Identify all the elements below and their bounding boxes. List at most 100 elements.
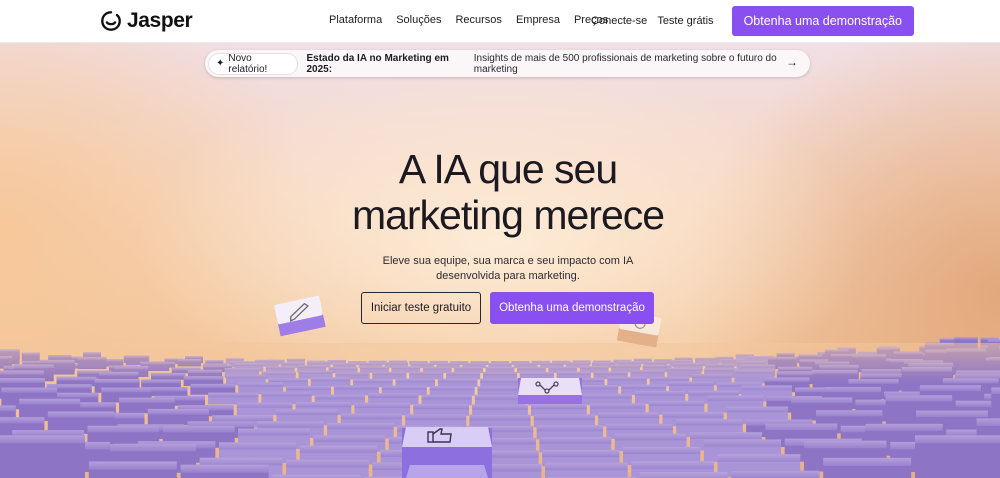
floor-tile-top (707, 395, 764, 401)
floor-tile-top (825, 387, 881, 393)
floor-tile-top (533, 414, 595, 421)
floor-tile-top (190, 383, 236, 389)
floor-tile-top (429, 386, 475, 391)
floor-tile-top (803, 440, 887, 449)
floor-tile-top (477, 386, 523, 391)
floating-card-share (518, 378, 582, 404)
floor-tile-top (634, 391, 686, 396)
floor-tile-top (631, 461, 714, 469)
floor-tile-top (238, 382, 284, 387)
hero-section: ✦ Novo relatório! Estado da IA no Market… (0, 43, 1000, 478)
floor-tile-top (623, 446, 701, 455)
floor-tile-top (581, 393, 632, 399)
floor-tile-top (717, 454, 801, 462)
floor-tile-top (236, 402, 293, 408)
floor-tile-top (212, 415, 274, 422)
floor-tile-top (162, 425, 235, 433)
floor-tile-top (598, 412, 660, 419)
floor-tile-top (474, 394, 526, 400)
floor-tile-top (314, 394, 366, 400)
jasper-logo-icon (101, 11, 121, 31)
floor-tile-top (614, 433, 687, 441)
floor-tile-top (916, 410, 988, 418)
floor-tile-top (313, 435, 386, 443)
floor-tile-top (662, 411, 724, 418)
floor-tile-top (381, 385, 427, 390)
floor-tile-top (180, 464, 269, 473)
floor-tile-top (113, 443, 197, 452)
floor-tile-top (815, 410, 883, 417)
floor-tile-top (542, 449, 620, 458)
floor-tile-top (0, 435, 85, 444)
floor-tile-top (731, 470, 820, 478)
badge-label: Novo relatório! (228, 52, 268, 75)
floor-tile-top (368, 393, 419, 398)
floating-card-thumbs-up (402, 427, 492, 478)
floor-tile-top (257, 421, 324, 428)
arrow-right-icon[interactable]: → (786, 55, 798, 69)
floor-tile-top (295, 402, 352, 408)
floor-tile-top (688, 390, 739, 396)
floor-tile-top (676, 419, 743, 426)
floor-tile-top (823, 457, 912, 466)
floor-tile-top (991, 387, 1000, 395)
floor-tile-top (19, 398, 81, 405)
floor-tile-top (354, 402, 411, 409)
floor-tile-top (238, 428, 310, 436)
floor-tile-top (885, 395, 953, 402)
brand-name: Jasper (127, 9, 193, 32)
get-demo-hero-button[interactable]: Obtenha uma demonstração (490, 292, 654, 324)
hero-title: A IA que seu marketing merece (300, 146, 716, 238)
floor-tile-top (741, 385, 792, 391)
floor-tile-top (703, 439, 782, 447)
floor-tile-top (865, 423, 943, 431)
report-banner[interactable]: ✦ Novo relatório! Estado da IA no Market… (205, 50, 810, 77)
start-free-trial-button[interactable]: Iniciar teste gratuito (361, 292, 481, 324)
floor-tile-top (621, 384, 667, 389)
free-trial-link[interactable]: Teste grátis (657, 15, 713, 27)
brand-logo[interactable]: Jasper (100, 9, 193, 33)
sparkle-icon: ✦ (216, 58, 225, 69)
floor-tile-top (88, 461, 177, 470)
menu-item-plataforma[interactable]: Plataforma (329, 14, 382, 26)
floor-tile-top (726, 406, 788, 413)
top-navigation: Jasper Plataforma Soluções Recursos Empr… (0, 0, 1000, 43)
menu-item-solucoes[interactable]: Soluções (396, 14, 441, 26)
floor-tile-top (218, 442, 297, 450)
floor-tile-top (765, 423, 838, 431)
hero-title-line-2: marketing merece (351, 192, 665, 238)
menu-item-recursos[interactable]: Recursos (455, 14, 501, 26)
floor-tile-top (261, 391, 312, 397)
floor-tile-top (101, 387, 152, 393)
hero-subtitle: Eleve sua equipe, sua marca e seu impact… (382, 255, 634, 282)
floor-tile-top (405, 414, 467, 420)
banner-title: Estado da IA no Marketing em 2025: (306, 52, 449, 75)
new-report-badge: ✦ Novo relatório! (209, 52, 298, 75)
floor-tile-top (536, 425, 604, 432)
floor-tile-top (589, 403, 646, 409)
get-demo-button[interactable]: Obtenha uma demonstração (731, 6, 914, 36)
floor-tile-top (1, 387, 58, 393)
floor-tile-top (915, 435, 1000, 444)
floor-tile-top (333, 385, 379, 390)
floor-tile-top (606, 423, 673, 431)
floor-tile-top (987, 339, 1000, 343)
floor-tile-top (47, 411, 115, 418)
floor-tile-top (199, 457, 283, 466)
floor-tile-top (469, 414, 531, 421)
floor-tile-top (531, 403, 587, 410)
floor-tile-top (421, 394, 472, 400)
floor-tile-top (648, 400, 705, 406)
floor-tile-top (208, 392, 259, 398)
floor-tile-top (472, 404, 528, 410)
floor-tile-top (327, 423, 394, 430)
floating-card-pencil (274, 295, 326, 337)
login-link[interactable]: Conecte-se (591, 15, 647, 27)
floor-tile-top (340, 413, 402, 420)
menu-item-empresa[interactable]: Empresa (516, 14, 560, 26)
nav-actions: Conecte-se Teste grátis Obtenha uma demo… (591, 6, 914, 36)
floor-tile-top (539, 437, 612, 444)
floor-tile-top (919, 385, 981, 391)
main-menu: Plataforma Soluções Recursos Empresa Pre… (329, 14, 608, 26)
floor-tile-top (976, 418, 1000, 426)
